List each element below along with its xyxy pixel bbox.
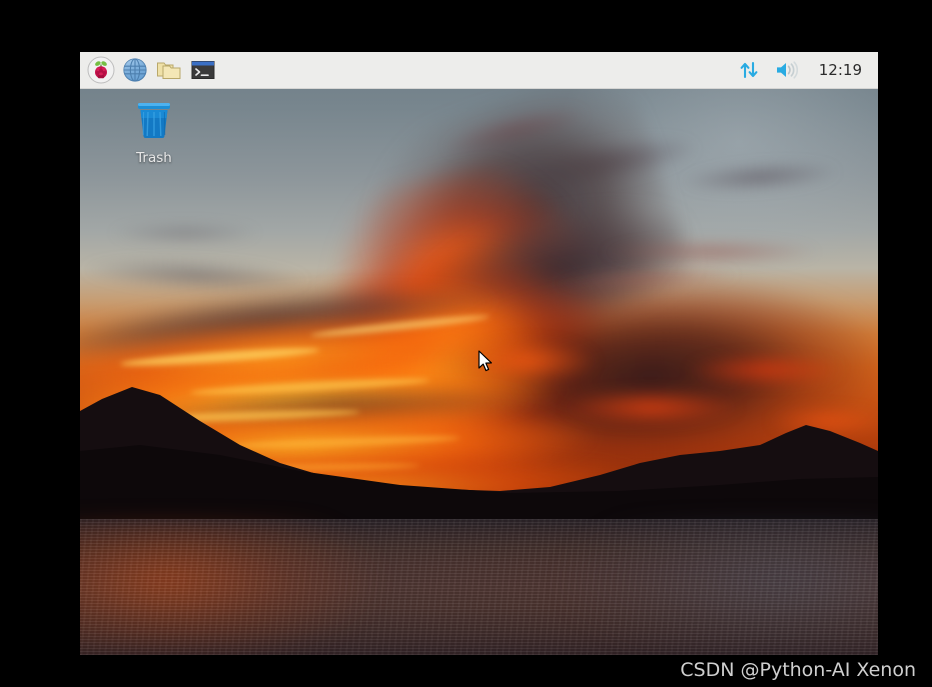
- wallpaper-cloud-wisp: [600, 237, 820, 267]
- desktop-icon-trash[interactable]: Trash: [112, 92, 196, 166]
- wallpaper-cloud-wisp: [110, 220, 260, 246]
- trash-bin-icon: [112, 92, 196, 146]
- screen-root: Trash 12:19 CSDN @Python-AI Xenon: [0, 0, 932, 687]
- desktop-icon-label: Trash: [136, 150, 172, 166]
- wallpaper-water: [80, 519, 878, 655]
- wallpaper-mountains: [80, 387, 878, 519]
- desktop-wallpaper: [80, 52, 878, 655]
- tray-volume[interactable]: [767, 54, 805, 87]
- panel-launcher-web-browser[interactable]: [118, 54, 152, 87]
- tray-network[interactable]: [731, 54, 767, 87]
- panel-launcher-main-menu[interactable]: [84, 54, 118, 87]
- csdn-watermark: CSDN @Python-AI Xenon: [680, 659, 916, 681]
- globe-icon: [123, 58, 147, 82]
- raspberry-pi-icon: [87, 56, 115, 84]
- panel-launcher-file-manager[interactable]: [152, 54, 186, 87]
- speaker-icon: [776, 61, 798, 79]
- taskbar-panel: 12:19: [80, 52, 878, 89]
- wallpaper-water-ripples: [80, 519, 878, 655]
- folders-icon: [157, 62, 181, 79]
- terminal-icon: [191, 61, 215, 79]
- network-up-down-arrows-icon: [740, 61, 758, 79]
- panel-launcher-terminal[interactable]: [186, 54, 220, 87]
- panel-clock[interactable]: 12:19: [805, 54, 872, 87]
- desktop-area[interactable]: Trash: [80, 52, 878, 655]
